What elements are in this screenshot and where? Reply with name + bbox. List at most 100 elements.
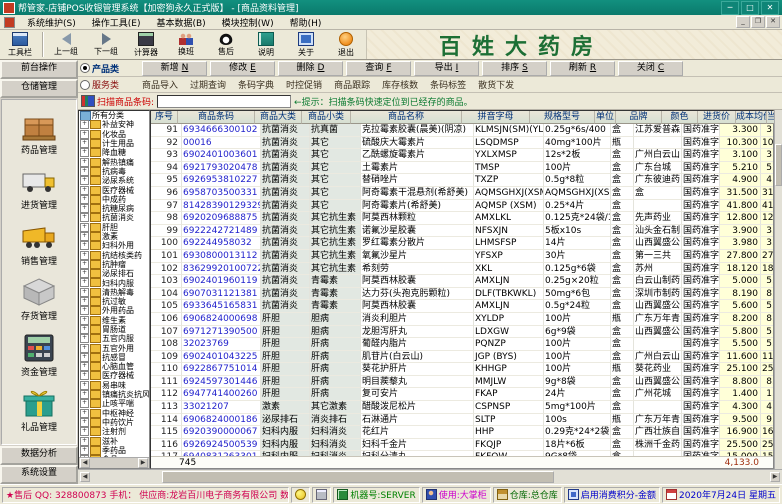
radio-service-type[interactable]: 服务类 — [78, 78, 142, 91]
menu-item-0[interactable]: 系统维护(S) — [19, 16, 84, 29]
scroll-right-icon[interactable]: ▶ — [138, 458, 148, 468]
sidebar-tab-system-settings[interactable]: 系统设置 — [0, 465, 78, 484]
scroll-left-icon[interactable]: ◀ — [80, 458, 90, 468]
toolbar-button-换班[interactable]: 换班 — [166, 30, 206, 59]
column-header-商品大类[interactable]: 商品大类 — [255, 111, 302, 124]
column-header-成本均价[interactable]: 成本均价 — [736, 111, 767, 124]
table-row[interactable]: 1096902401043225肝胆肝病肌苷片(白云山)JGP (BYS)100… — [151, 351, 773, 364]
tool-link-过期查询[interactable]: 过期查询 — [190, 78, 226, 91]
toolbar-button-工具栏[interactable]: 工具栏 — [0, 30, 40, 59]
sidebar-module-礼品管理[interactable]: 礼品管理 — [21, 388, 57, 433]
menu-item-2[interactable]: 基本数据(B) — [148, 16, 213, 29]
table-row[interactable]: 9200016抗菌消炎其它硫酸庆大霉素片LSQDMSP40mg*100片瓶国药准… — [151, 137, 773, 150]
table-row[interactable]: 966958703500331抗菌消炎其它阿奇霉素干混悬剂(希舒美)AQMSGH… — [151, 187, 773, 200]
column-header-序号[interactable]: 序号 — [151, 111, 178, 124]
action-button-导出[interactable]: 导出I — [414, 61, 479, 76]
cell-拼音字母: LHMSFSP — [474, 237, 544, 250]
table-row[interactable]: 1046907031121381抗菌消炎青霉素达力芬(头孢克肟颗粒)DLF(TB… — [151, 288, 773, 301]
table-row[interactable]: 916934666300102抗菌消炎抗真菌克拉霉素胶囊(晨美)(阴凉)KLMS… — [151, 124, 773, 137]
table-row[interactable]: 1056933645165831抗菌消炎青霉素阿莫西林胶囊AMXLJN0.5g*… — [151, 300, 773, 313]
scroll-left-icon[interactable]: ◀ — [80, 472, 90, 482]
scan-barcode-input[interactable] — [157, 95, 291, 108]
table-row[interactable]: 1066906824000698肝胆胆病消炎利胆片XYLDP100片瓶广东万年青… — [151, 313, 773, 326]
column-header-进货价[interactable]: 进货价 — [698, 111, 736, 124]
vertical-scroll-thumb[interactable] — [775, 144, 782, 186]
table-horizontal-scrollbar[interactable]: ◀ ▶ — [78, 469, 782, 484]
table-row[interactable]: 1116924597301446肝胆肝病明目蒺藜丸MMJLW9g*8袋盒山西翼盛… — [151, 376, 773, 389]
sidebar-tab-front-operations[interactable]: 前台操作 — [0, 60, 78, 79]
column-header-商品条码[interactable]: 商品条码 — [178, 111, 255, 124]
minimize-button[interactable]: ─ — [721, 1, 739, 15]
menu-item-4[interactable]: 帮助(H) — [282, 16, 330, 29]
table-row[interactable]: 1126947741400260肝胆肝病复可安片FKAP24片盒广州花城国药准字… — [151, 388, 773, 401]
toolbar-button-售后[interactable]: 售后 — [206, 30, 246, 59]
table-vertical-scrollbar[interactable] — [774, 110, 782, 469]
action-button-查询[interactable]: 查询F — [346, 61, 411, 76]
tool-link-条码字典[interactable]: 条码字典 — [238, 78, 274, 91]
table-row[interactable]: 97814283901293291387抗菌消炎其它阿奇霉素片(希舒美)AQMS… — [151, 200, 773, 213]
sidebar-module-销售管理[interactable]: 销售管理 — [21, 222, 57, 267]
menu-item-3[interactable]: 模块控制(W) — [214, 16, 282, 29]
toolbar-button-计算器[interactable]: 计算器 — [126, 30, 166, 59]
action-button-修改[interactable]: 修改E — [210, 61, 275, 76]
tool-link-散货下发[interactable]: 散货下发 — [478, 78, 514, 91]
radio-product-type[interactable]: 产品类 — [78, 62, 142, 75]
toolbar-button-退出[interactable]: 退出 — [326, 30, 366, 59]
table-row[interactable]: 1166926924500539妇科内服妇科消炎妇科千金片FKQJP18片*6板… — [151, 439, 773, 452]
table-row[interactable]: 100692244958032抗菌消炎其它抗生素罗红霉素分散片LHMSFSP14… — [151, 237, 773, 250]
menu-item-1[interactable]: 操作工具(E) — [84, 16, 149, 29]
table-row[interactable]: 946921793020478抗菌消炎其它土霉素片TMSP100片盒广东台城国药… — [151, 162, 773, 175]
tool-link-时控促销[interactable]: 时控促销 — [286, 78, 322, 91]
table-row[interactable]: 1146906824000186泌尿排石消炎排石石淋通片SLTP100s瓶广东万… — [151, 414, 773, 427]
expand-plus-icon: + — [80, 381, 89, 390]
column-header-单位[interactable]: 单位 — [595, 111, 616, 124]
table-row[interactable]: 956926953810227抗菌消炎其它替硝唑片TXZP0.5g*8粒盒广东彼… — [151, 174, 773, 187]
sidebar-tab-data-analysis[interactable]: 数据分析 — [0, 446, 78, 465]
table-row[interactable]: 936902401003601抗菌消炎其它乙酰螺旋霉素片YXLXMSP12s*2… — [151, 149, 773, 162]
action-button-刷新[interactable]: 刷新R — [550, 61, 615, 76]
sidebar-tab-warehouse[interactable]: 仓储管理 — [0, 79, 78, 98]
mdi-close-button[interactable]: ✕ — [766, 16, 780, 28]
table-row[interactable]: 1156920390000067妇科内服妇科消炎花红片HHP0.29克*24*2… — [151, 426, 773, 439]
column-header-品牌[interactable]: 品牌 — [616, 111, 662, 124]
table-row[interactable]: 996922242721489抗菌消炎其它抗生素诺氟沙星胶囊NFSXJN5板x1… — [151, 225, 773, 238]
action-button-排序[interactable]: 排序S — [482, 61, 547, 76]
maximize-button[interactable]: □ — [741, 1, 759, 15]
table-row[interactable]: 1016930800013112抗菌消炎其它抗生素氧氟沙星片YFSXP30片盒第… — [151, 250, 773, 263]
table-row[interactable]: 10832023769肝胆肝病葡醛内脂片PQNZP100片盒国药准字5.5005… — [151, 338, 773, 351]
column-header-规格型号[interactable]: 规格型号 — [530, 111, 595, 124]
table-row[interactable]: 102836299201007229822抗菌消炎其它抗生素希刻劳XKL0.12… — [151, 263, 773, 276]
mdi-restore-button[interactable]: ❐ — [751, 16, 765, 28]
column-header-颜色[interactable]: 颜色 — [662, 111, 698, 124]
sidebar-module-进货管理[interactable]: 进货管理 — [21, 166, 57, 211]
toolbar-button-上一组[interactable]: 上一组 — [46, 30, 86, 59]
toolbar-button-下一组[interactable]: 下一组 — [86, 30, 126, 59]
column-header-拼音字母[interactable]: 拼音字母 — [462, 111, 530, 124]
table-row[interactable]: 11333021207激素其它激素醋酸泼尼松片CSPNSP5mg*100片盒国药… — [151, 401, 773, 414]
table-row[interactable]: 986920209688875抗菌消炎其它抗生素阿莫西林颗粒AMXLKL0.12… — [151, 212, 773, 225]
sidebar-module-存货管理[interactable]: 存货管理 — [21, 277, 57, 322]
scroll-right-icon[interactable]: ▶ — [770, 472, 780, 482]
action-button-新增[interactable]: 新增N — [142, 61, 207, 76]
sidebar-module-资金管理[interactable]: 资金管理 — [21, 333, 57, 378]
toolbar-button-说明[interactable]: 说明 — [246, 30, 286, 59]
action-button-关闭[interactable]: 关闭C — [618, 61, 683, 76]
action-button-删除[interactable]: 删除D — [278, 61, 343, 76]
sidebar-module-药品管理[interactable]: 药品管理 — [21, 111, 57, 156]
horizontal-scroll-thumb[interactable] — [162, 471, 554, 483]
tree-horizontal-scrollbar[interactable]: ◀ ▶ — [79, 457, 149, 468]
toolbar-button-关于[interactable]: 关于 — [286, 30, 326, 59]
close-button[interactable]: ✕ — [761, 1, 779, 15]
column-header-商品小类[interactable]: 商品小类 — [302, 111, 351, 124]
cell-进货价: 3.980 — [720, 237, 761, 250]
column-header-商品名称[interactable]: 商品名称 — [351, 111, 462, 124]
cell-商品小类: 其它 — [310, 187, 361, 200]
table-row[interactable]: 1106922867751014肝胆肝病葵花护肝片KHHGP100片瓶葵花药业国… — [151, 363, 773, 376]
mdi-minimize-button[interactable]: _ — [736, 16, 750, 28]
tool-link-条码标签[interactable]: 条码标签 — [430, 78, 466, 91]
tool-link-库存核数[interactable]: 库存核数 — [382, 78, 418, 91]
tool-link-商品导入[interactable]: 商品导入 — [142, 78, 178, 91]
table-row[interactable]: 1076971271390500肝胆胆病龙胆泻肝丸LDXGW6g*9袋盒山西翼盛… — [151, 326, 773, 339]
tool-link-商品跟踪[interactable]: 商品跟踪 — [334, 78, 370, 91]
table-row[interactable]: 1036902401960119抗菌消炎青霉素阿莫西林胶囊AMXLJN0.25g… — [151, 275, 773, 288]
